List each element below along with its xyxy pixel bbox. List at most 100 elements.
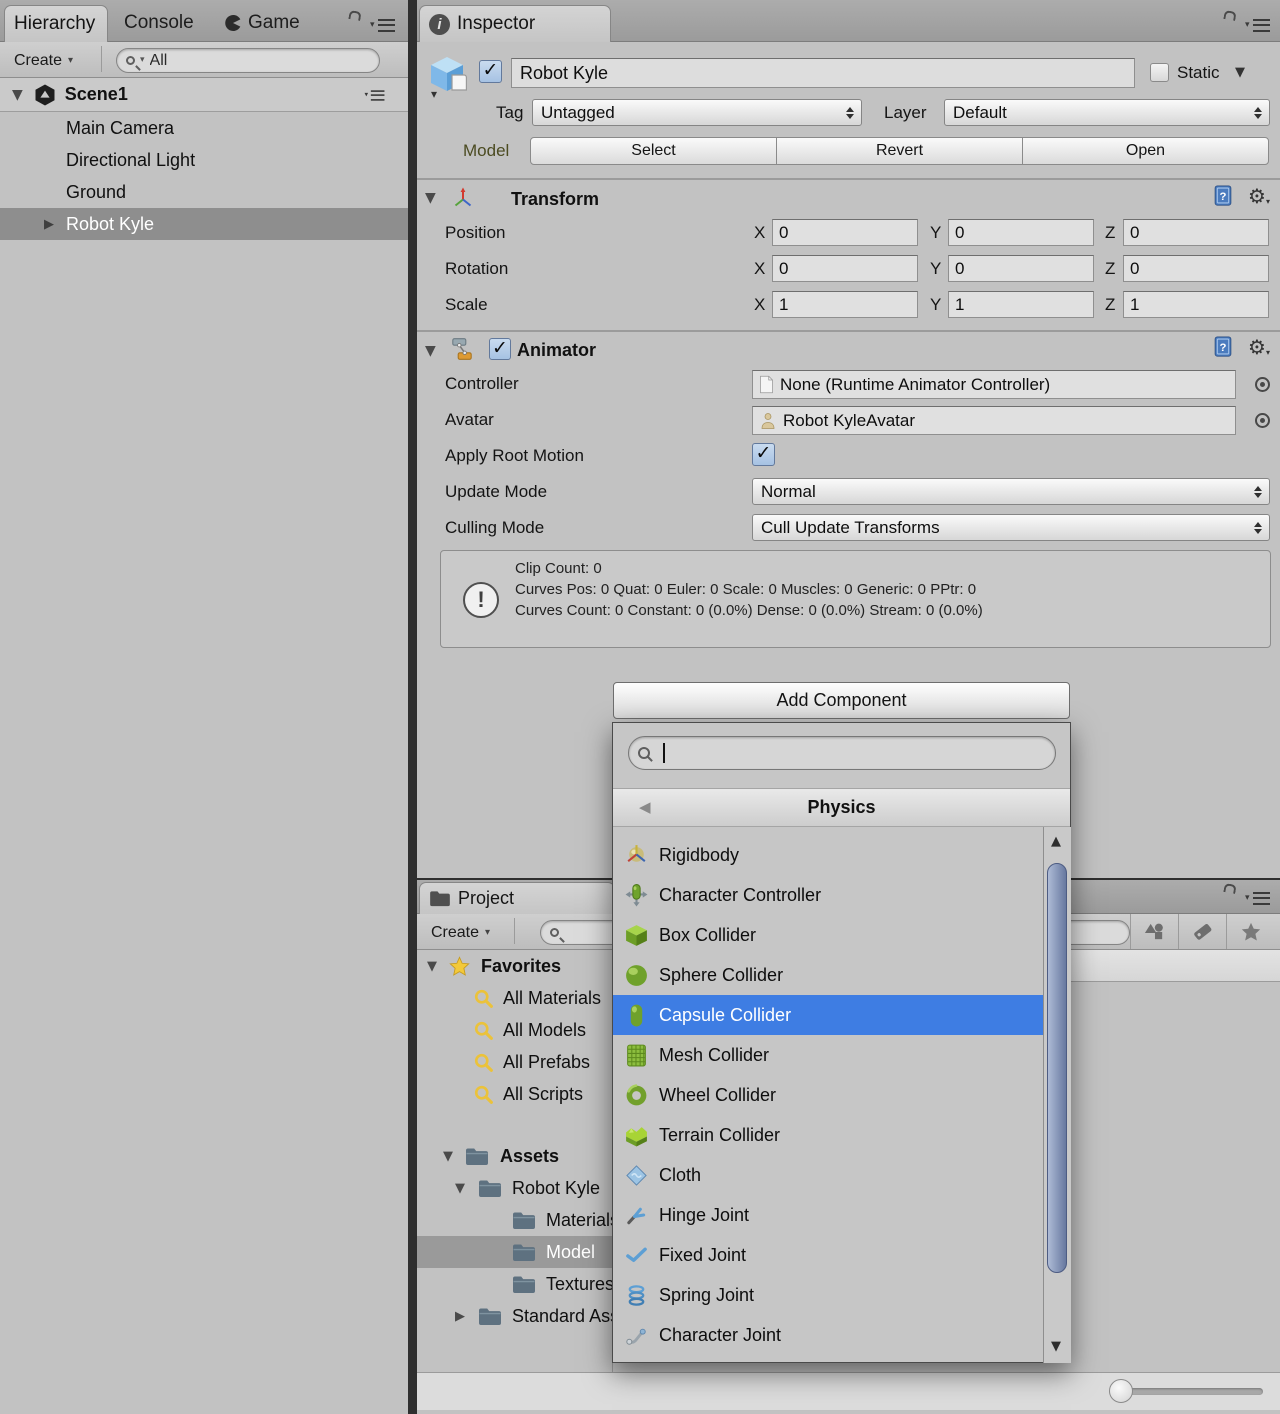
scene-menu-icon[interactable]: ▾ xyxy=(364,90,384,100)
animator-enabled-checkbox[interactable]: ✓ xyxy=(489,338,511,360)
controller-field[interactable]: None (Runtime Animator Controller) xyxy=(752,370,1236,399)
revert-button[interactable]: Revert xyxy=(776,137,1023,165)
tab-hierarchy[interactable]: Hierarchy xyxy=(4,5,108,42)
rotation-x-field[interactable]: 0 xyxy=(772,255,918,282)
scale-z-field[interactable]: 1 xyxy=(1123,291,1269,318)
name-field[interactable] xyxy=(511,58,1135,88)
component-item-fixed-joint[interactable]: Fixed Joint xyxy=(613,1235,1043,1275)
tab-project[interactable]: Project xyxy=(419,882,615,914)
gear-icon[interactable]: ⚙▾ xyxy=(1248,186,1270,206)
scrollbar-thumb[interactable] xyxy=(1047,863,1067,1273)
panel-menu-icon[interactable]: ▾ xyxy=(370,19,395,32)
position-x-field[interactable]: 0 xyxy=(772,219,918,246)
component-item-sphere-collider[interactable]: Sphere Collider xyxy=(613,955,1043,995)
component-scrollbar[interactable]: ▲ ▼ xyxy=(1043,827,1071,1363)
add-component-button[interactable]: Add Component xyxy=(613,682,1070,719)
help-icon[interactable]: ? xyxy=(1214,185,1232,206)
scale-x-field[interactable]: 1 xyxy=(772,291,918,318)
zoom-slider-thumb[interactable] xyxy=(1109,1379,1133,1403)
project-create-button[interactable]: Create▾ xyxy=(431,921,490,945)
project-item-all-materials[interactable]: All Materials xyxy=(417,982,612,1014)
component-item-mesh-collider[interactable]: Mesh Collider xyxy=(613,1035,1043,1075)
hierarchy-search-input[interactable] xyxy=(150,52,370,70)
tag-dropdown[interactable]: Untagged xyxy=(532,99,862,126)
controller-doc-icon xyxy=(759,375,774,394)
component-item-box-collider[interactable]: Box Collider xyxy=(613,915,1043,955)
expand-arrow-icon[interactable]: ▼ xyxy=(427,960,437,973)
expand-arrow-icon[interactable]: ▶ xyxy=(455,1310,465,1323)
position-y-field[interactable]: 0 xyxy=(948,219,1094,246)
static-checkbox[interactable] xyxy=(1150,63,1169,82)
expand-arrow-icon[interactable]: ▶ xyxy=(44,218,54,231)
project-item-model[interactable]: Model xyxy=(417,1236,612,1268)
update-mode-dropdown[interactable]: Normal xyxy=(752,478,1270,505)
hierarchy-item-main-camera[interactable]: Main Camera xyxy=(0,112,408,144)
project-item-all-prefabs[interactable]: All Prefabs xyxy=(417,1046,612,1078)
rotation-z-field[interactable]: 0 xyxy=(1123,255,1269,282)
gear-icon[interactable]: ⚙▾ xyxy=(1248,337,1270,357)
gameobject-dropdown-icon[interactable]: ▾ xyxy=(431,88,437,100)
expand-arrow-icon[interactable]: ▼ xyxy=(12,88,23,102)
component-item-spring-joint[interactable]: Spring Joint xyxy=(613,1275,1043,1315)
component-item-cloth[interactable]: Cloth xyxy=(613,1155,1043,1195)
position-z-field[interactable]: 0 xyxy=(1123,219,1269,246)
component-menu: ◀ Physics RigidbodyCharacter ControllerB… xyxy=(612,722,1071,1363)
project-item-assets[interactable]: ▼Assets xyxy=(417,1140,612,1172)
project-item-robot-kyle[interactable]: ▼Robot Kyle xyxy=(417,1172,612,1204)
active-checkbox[interactable]: ✓ xyxy=(479,60,502,83)
component-item-terrain-collider[interactable]: Terrain Collider xyxy=(613,1115,1043,1155)
filter-by-type-button[interactable] xyxy=(1130,914,1178,949)
component-item-hinge-joint[interactable]: Hinge Joint xyxy=(613,1195,1043,1235)
component-item-capsule-collider[interactable]: Capsule Collider xyxy=(613,995,1043,1035)
scene-row[interactable]: ▼ Scene1 ▾ xyxy=(0,78,408,112)
component-item-character-controller[interactable]: Character Controller xyxy=(613,875,1043,915)
project-item-materials[interactable]: Materials xyxy=(417,1204,612,1236)
tab-project-label: Project xyxy=(458,888,514,909)
panel-menu-icon[interactable]: ▾ xyxy=(1245,19,1270,32)
component-search-input[interactable] xyxy=(670,744,680,762)
avatar-picker-icon[interactable] xyxy=(1255,413,1270,428)
back-arrow-icon[interactable]: ◀ xyxy=(639,800,651,815)
panel-menu-icon[interactable]: ▾ xyxy=(1245,892,1270,905)
scroll-up-icon[interactable]: ▲ xyxy=(1051,835,1061,848)
zoom-slider-track[interactable] xyxy=(1117,1388,1263,1395)
layer-dropdown[interactable]: Default xyxy=(944,99,1270,126)
culling-mode-dropdown[interactable]: Cull Update Transforms xyxy=(752,514,1270,541)
avatar-field[interactable]: Robot KyleAvatar xyxy=(752,406,1236,435)
project-item-standard-assets[interactable]: ▶Standard Assets xyxy=(417,1300,612,1332)
component-item-rigidbody[interactable]: Rigidbody xyxy=(613,835,1043,875)
help-icon[interactable]: ? xyxy=(1214,336,1232,357)
controller-picker-icon[interactable] xyxy=(1255,377,1270,392)
static-dropdown-icon[interactable]: ▼ xyxy=(1235,66,1245,79)
favorites-filter-button[interactable] xyxy=(1226,914,1274,949)
open-button[interactable]: Open xyxy=(1022,137,1269,165)
expand-arrow-icon[interactable]: ▼ xyxy=(455,1182,465,1195)
project-item-textures[interactable]: Textures xyxy=(417,1268,612,1300)
rotation-y-field[interactable]: 0 xyxy=(948,255,1094,282)
category-header[interactable]: ◀ Physics xyxy=(613,788,1070,827)
component-item-wheel-collider[interactable]: Wheel Collider xyxy=(613,1075,1043,1115)
select-button[interactable]: Select xyxy=(530,137,777,165)
tab-inspector[interactable]: i Inspector xyxy=(419,5,611,42)
hierarchy-item-ground[interactable]: Ground xyxy=(0,176,408,208)
tab-console[interactable]: Console xyxy=(124,10,212,36)
hierarchy-search[interactable]: ▾ xyxy=(116,48,380,73)
expand-arrow-icon[interactable]: ▼ xyxy=(443,1150,453,1163)
scroll-down-icon[interactable]: ▼ xyxy=(1051,1340,1061,1353)
hierarchy-create-button[interactable]: Create▾ xyxy=(14,49,73,73)
hierarchy-item-robot-kyle[interactable]: ▶Robot Kyle xyxy=(0,208,408,240)
component-item-character-joint[interactable]: Character Joint xyxy=(613,1315,1043,1355)
tab-console-label: Console xyxy=(124,12,194,34)
component-search[interactable] xyxy=(628,736,1056,770)
project-item-favorites[interactable]: ▼Favorites xyxy=(417,950,612,982)
scale-y-field[interactable]: 1 xyxy=(948,291,1094,318)
search-filter-arrow-icon[interactable]: ▾ xyxy=(140,56,145,65)
apply-root-motion-checkbox[interactable]: ✓ xyxy=(752,443,775,466)
filter-by-label-button[interactable] xyxy=(1178,914,1226,949)
project-item-all-scripts[interactable]: All Scripts xyxy=(417,1078,612,1110)
animator-foldout-icon[interactable]: ▼ xyxy=(425,344,436,358)
transform-foldout-icon[interactable]: ▼ xyxy=(425,191,436,205)
hierarchy-item-directional-light[interactable]: Directional Light xyxy=(0,144,408,176)
project-item-all-models[interactable]: All Models xyxy=(417,1014,612,1046)
tab-game[interactable]: Game xyxy=(225,10,325,36)
